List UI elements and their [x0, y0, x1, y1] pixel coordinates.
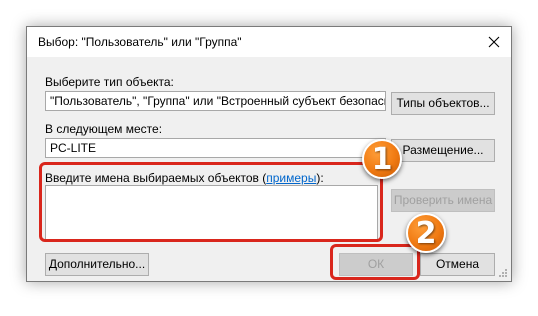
location-field: PC-LITE — [45, 138, 386, 158]
title-bar: Выбор: "Пользователь" или "Группа" — [27, 27, 511, 57]
window-title: Выбор: "Пользователь" или "Группа" — [38, 35, 242, 49]
check-names-button[interactable]: Проверить имена — [391, 189, 495, 212]
step-2-badge: 2 — [406, 213, 446, 253]
resize-grip-icon[interactable] — [498, 268, 508, 278]
close-button[interactable] — [485, 33, 503, 51]
object-type-label: Выберите тип объекта: — [45, 75, 174, 89]
close-icon — [488, 36, 500, 48]
locations-button[interactable]: Размещение... — [391, 139, 495, 162]
location-label: В следующем месте: — [45, 122, 163, 136]
object-types-button[interactable]: Типы объектов... — [391, 92, 495, 115]
names-highlight-frame — [39, 162, 383, 242]
advanced-button[interactable]: Дополнительно... — [45, 253, 149, 276]
object-type-field: "Пользователь", "Группа" или "Встроенный… — [45, 91, 386, 111]
ok-highlight-frame — [330, 244, 420, 280]
cancel-button[interactable]: Отмена — [420, 253, 495, 276]
step-1-badge: 1 — [362, 139, 402, 179]
